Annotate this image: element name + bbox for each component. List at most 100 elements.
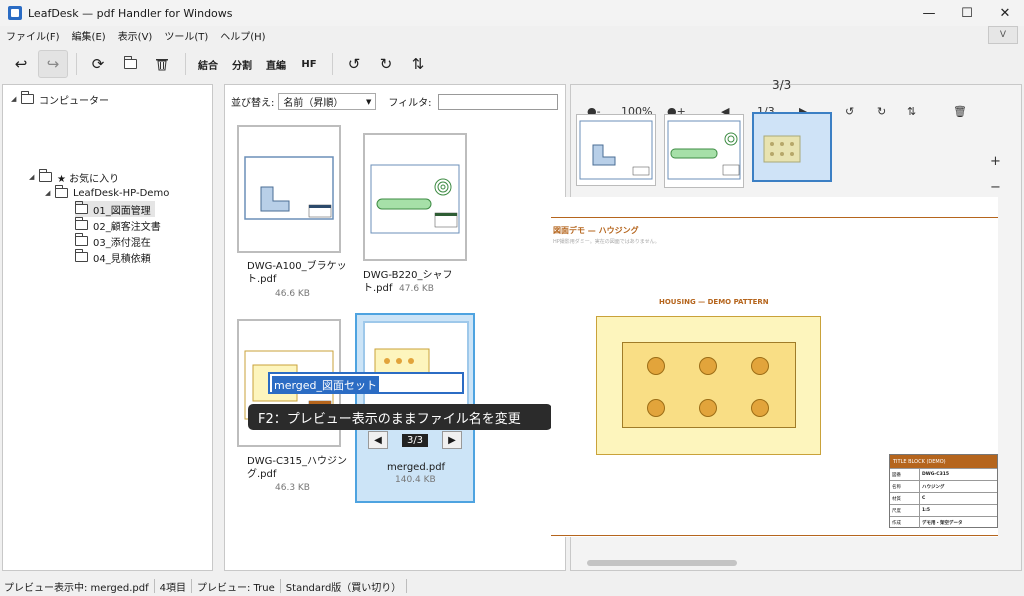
menu-bar: ファイル(F) 編集(E) 表示(V) ツール(T) ヘルプ(H) V (0, 26, 1024, 44)
reload-button[interactable]: ⟳ (83, 50, 113, 78)
file-name: merged.pdf (387, 462, 446, 473)
file-size: 140.4 KB (395, 475, 436, 485)
pdf-thumbnail (237, 125, 341, 253)
tree-item-folder-01[interactable]: 01_図面管理 (75, 201, 155, 217)
file-size: 47.6 KB (399, 284, 434, 294)
status-edition: Standard版（買い切り） (281, 579, 408, 594)
scrollbar-thumb[interactable] (587, 560, 737, 566)
title-block-key: 尺度 (890, 505, 920, 516)
trash-icon[interactable]: 🗑 (953, 105, 967, 118)
split-button[interactable]: 分割 (226, 50, 258, 78)
next-page-button[interactable]: ▶ (442, 431, 462, 449)
expand-chevron-icon[interactable]: ◢ (29, 173, 39, 181)
tree-item-label: LeafDesk-HP-Demo (73, 187, 170, 199)
rotate-left-button[interactable]: ↺ (339, 50, 369, 78)
folder-icon (75, 201, 88, 214)
rename-selected-text[interactable]: merged_図面セット (272, 376, 380, 394)
open-folder-button[interactable] (115, 50, 145, 78)
pager-value: 3/3 (401, 433, 429, 447)
reorder-button[interactable]: ⇅ (403, 50, 433, 78)
file-list-panel: 並び替え: 名前（昇順） ▼ フィルタ: DWG-A100_ブラケット.pdf … (224, 84, 566, 571)
undo-button[interactable]: ↩ (6, 50, 36, 78)
folder-tree-panel: ◢ コンピューター ◢ ★ お気に入り ◢ LeafDesk-HP-Demo 0… (2, 84, 213, 571)
housing-page-icon (763, 135, 801, 163)
title-block-head: TITLE BLOCK (DEMO) (890, 455, 997, 468)
tree-item-label: 04_見積依頼 (93, 253, 151, 265)
file-size: 46.6 KB (275, 289, 310, 299)
menu-tools[interactable]: ツール(T) (164, 28, 208, 43)
tree-item-folder-03[interactable]: 03_添付混在 (75, 233, 151, 249)
window-controls: — ☐ ✕ (910, 0, 1024, 26)
prev-page-button[interactable]: ◀ (368, 431, 388, 449)
sort-value: 名前（昇順） (283, 98, 344, 109)
file-card[interactable]: DWG-A100_ブラケット.pdf 46.6 KB (237, 125, 357, 305)
bolt-hole (751, 357, 769, 375)
tree-item-label: ★ お気に入り (57, 173, 120, 185)
title-block-key: 図番 (890, 469, 920, 480)
folder-icon (75, 233, 88, 246)
rename-input[interactable]: merged_図面セット (268, 372, 464, 394)
zoom-out-button[interactable]: − (990, 180, 1001, 195)
title-block-key: 名称 (890, 481, 920, 492)
status-preview-flag: プレビュー: True (192, 579, 281, 594)
rotate-left-icon[interactable]: ↺ (845, 105, 854, 118)
toolbar-separator (76, 53, 77, 75)
tree-item-label: 03_添付混在 (93, 237, 151, 249)
maximize-button[interactable]: ☐ (948, 0, 986, 26)
status-bar: プレビュー表示中: merged.pdf 4項目 プレビュー: True Sta… (0, 576, 1024, 596)
reorder-icon[interactable]: ⇅ (907, 105, 916, 118)
tree-item-folder-04[interactable]: 04_見積依頼 (75, 249, 151, 265)
stamp-edit-button[interactable]: 直編 (260, 50, 292, 78)
zoom-in-button[interactable]: + (990, 154, 1001, 169)
tree-item-favorites[interactable]: ◢ ★ お気に入り (29, 169, 119, 185)
menu-file[interactable]: ファイル(F) (6, 28, 60, 43)
delete-button[interactable] (147, 50, 177, 78)
triangle-right-icon: ▶ (448, 434, 456, 446)
housing-cavity (622, 342, 796, 428)
sort-dropdown[interactable]: 名前（昇順） ▼ (278, 93, 377, 110)
title-block-value: DWG-C315 (922, 472, 949, 477)
rotate-right-button[interactable]: ↻ (371, 50, 401, 78)
menu-edit[interactable]: 編集(E) (72, 28, 106, 43)
title-block-row: 図番 DWG-C315 (890, 468, 997, 480)
page-thumbnail[interactable] (576, 114, 656, 186)
close-button[interactable]: ✕ (986, 0, 1024, 26)
title-block-row: 名称 ハウジング (890, 480, 997, 492)
drawing-caption: HOUSING — DEMO PATTERN (659, 298, 769, 306)
menu-help[interactable]: ヘルプ(H) (220, 28, 265, 43)
tree-item-folder-02[interactable]: 02_顧客注文書 (75, 217, 161, 233)
bolt-hole (699, 357, 717, 375)
tree-item-computer[interactable]: ◢ コンピューター (11, 91, 109, 107)
file-card[interactable]: DWG-B220_シャフト.pdf 47.6 KB (361, 131, 481, 311)
expand-chevron-icon[interactable]: ◢ (11, 95, 21, 103)
page-bottom-rule (551, 535, 998, 536)
drawing-title: 図面デモ — ハウジング (553, 226, 639, 235)
ribbon-collapse-button[interactable]: V (988, 26, 1018, 44)
bracket-page-icon (579, 120, 653, 180)
sort-filter-bar: 並び替え: 名前（昇順） ▼ フィルタ: (231, 93, 558, 110)
minimize-button[interactable]: — (910, 0, 948, 26)
tree-item-label: 02_顧客注文書 (93, 221, 161, 233)
filter-input[interactable] (437, 93, 558, 110)
shaft-page-icon (667, 120, 741, 180)
title-bar: LeafDesk — pdf Handler for Windows — ☐ ✕ (0, 0, 1024, 26)
preview-horizontal-scrollbar[interactable] (575, 558, 995, 568)
toolbar-separator (185, 53, 186, 75)
rotate-right-icon[interactable]: ↻ (877, 105, 886, 118)
merge-button[interactable]: 結合 (192, 50, 224, 78)
header-footer-button[interactable]: HF (294, 50, 324, 78)
page-top-rule (551, 217, 998, 218)
redo-button[interactable]: ↪ (38, 50, 68, 78)
expand-chevron-icon[interactable]: ◢ (45, 189, 55, 197)
status-count: 4項目 (155, 579, 192, 594)
page-thumbnail-active[interactable] (752, 112, 832, 182)
page-thumbnail[interactable] (664, 114, 744, 188)
menu-view[interactable]: 表示(V) (118, 28, 153, 43)
drawing-title-block: TITLE BLOCK (DEMO) 図番 DWG-C315 名称 ハウジング 材質… (889, 454, 998, 528)
drawing-subtitle: HP撮影用ダミー。実在の図面ではありません。 (553, 239, 660, 245)
window-title: LeafDesk — pdf Handler for Windows (28, 6, 233, 20)
tree-item-project[interactable]: ◢ LeafDesk-HP-Demo (45, 185, 169, 201)
page-count-badge: 3/3 (772, 78, 792, 92)
toolbar-separator (332, 53, 333, 75)
title-block-row: 作成 デモ用・架空データ (890, 516, 997, 528)
